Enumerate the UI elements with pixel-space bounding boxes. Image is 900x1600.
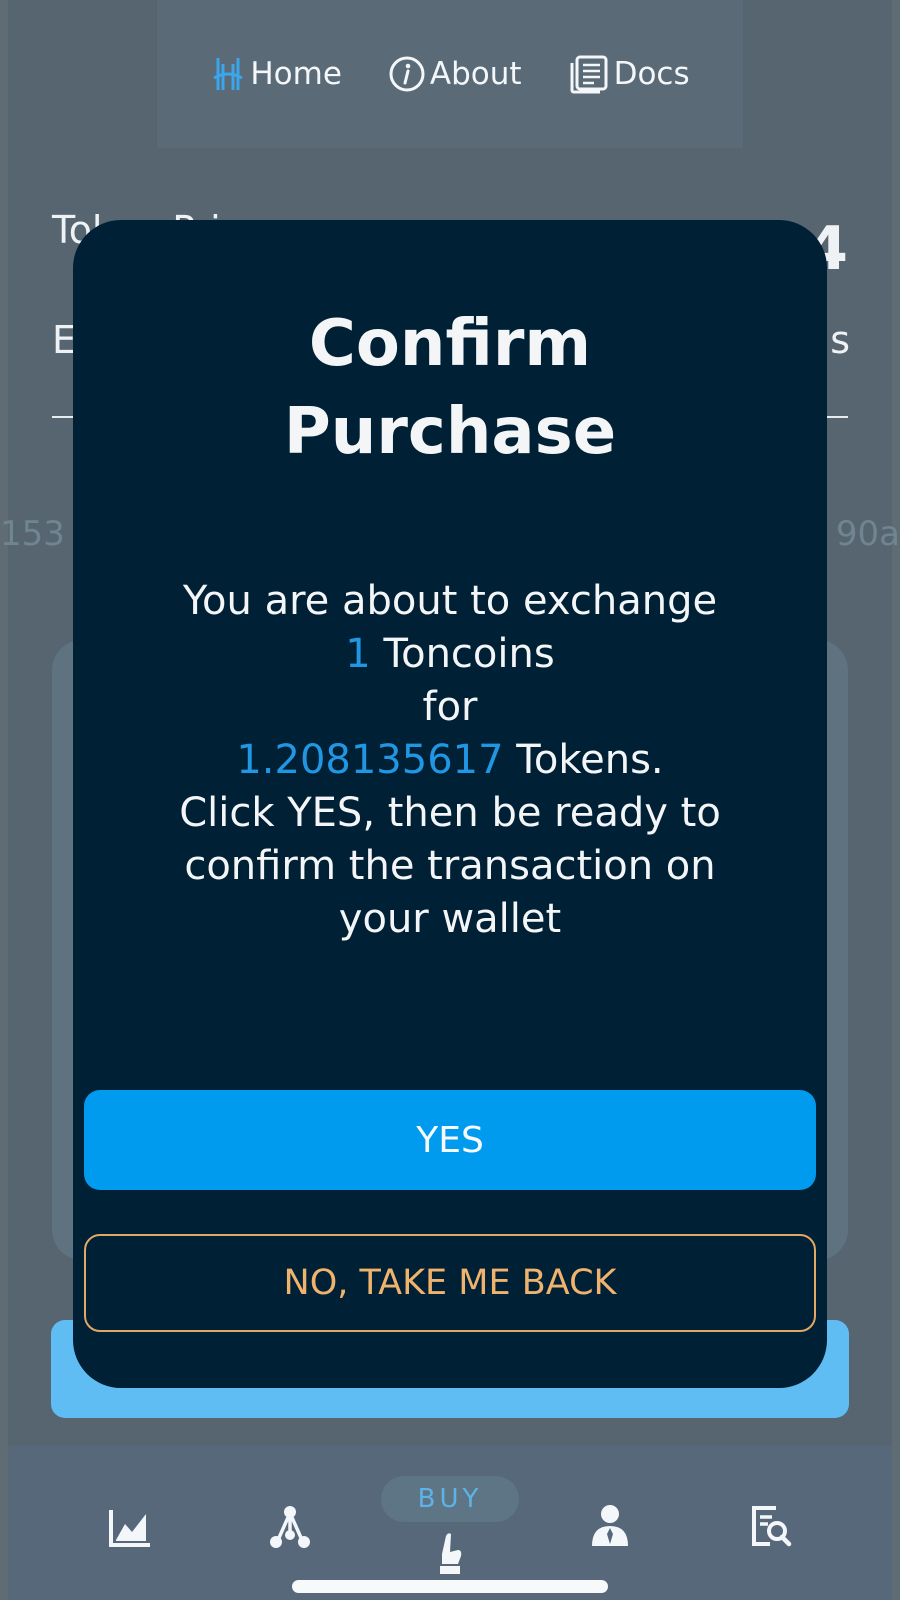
chart-icon[interactable] xyxy=(108,1508,152,1552)
home-logo-icon xyxy=(213,58,244,90)
message-line4: 1.208135617 Tokens. xyxy=(0,734,900,787)
message-line5: Click YES, then be ready to xyxy=(179,790,721,836)
modal-title: Confirm Purchase xyxy=(0,300,900,476)
message-line7: your wallet xyxy=(338,896,562,942)
nav-home-label: Home xyxy=(250,56,342,92)
take-me-back-button[interactable]: NO, TAKE ME BACK xyxy=(84,1234,816,1332)
modal-title-line1: Confirm xyxy=(308,307,592,381)
top-navigation: Home About Docs xyxy=(157,0,743,148)
nav-docs-link[interactable]: Docs xyxy=(568,54,690,94)
yes-button[interactable]: YES xyxy=(84,1090,816,1190)
modal-title-line2: Purchase xyxy=(283,395,617,469)
hash-right: 90a xyxy=(835,514,900,554)
message-line-for: for xyxy=(422,684,478,730)
amount-in-value: 1 xyxy=(345,631,371,677)
nav-docs-label: Docs xyxy=(613,56,690,92)
docs-icon xyxy=(570,55,608,94)
amount-out-value: 1.208135617 xyxy=(236,737,504,783)
currency-out-label: Tokens. xyxy=(503,737,664,783)
home-indicator[interactable] xyxy=(292,1580,608,1593)
modal-message: You are about to exchange 1 Toncoins for… xyxy=(0,575,900,946)
info-icon xyxy=(389,56,425,92)
hash-left: 153 xyxy=(0,514,65,554)
message-line6: confirm the transaction on xyxy=(184,843,716,889)
message-line2: 1 Toncoins xyxy=(0,628,900,681)
network-icon[interactable] xyxy=(268,1504,312,1554)
nav-about-label: About xyxy=(429,56,522,92)
user-icon[interactable] xyxy=(590,1504,630,1550)
report-search-icon[interactable] xyxy=(748,1504,792,1552)
nav-home-link[interactable]: Home xyxy=(210,54,342,94)
nav-about-link[interactable]: About xyxy=(388,55,522,93)
currency-in-label: Toncoins xyxy=(370,631,555,677)
buy-tab-label: BUY xyxy=(381,1476,519,1522)
message-line1: You are about to exchange xyxy=(182,578,718,624)
buy-hand-icon[interactable] xyxy=(428,1532,472,1580)
